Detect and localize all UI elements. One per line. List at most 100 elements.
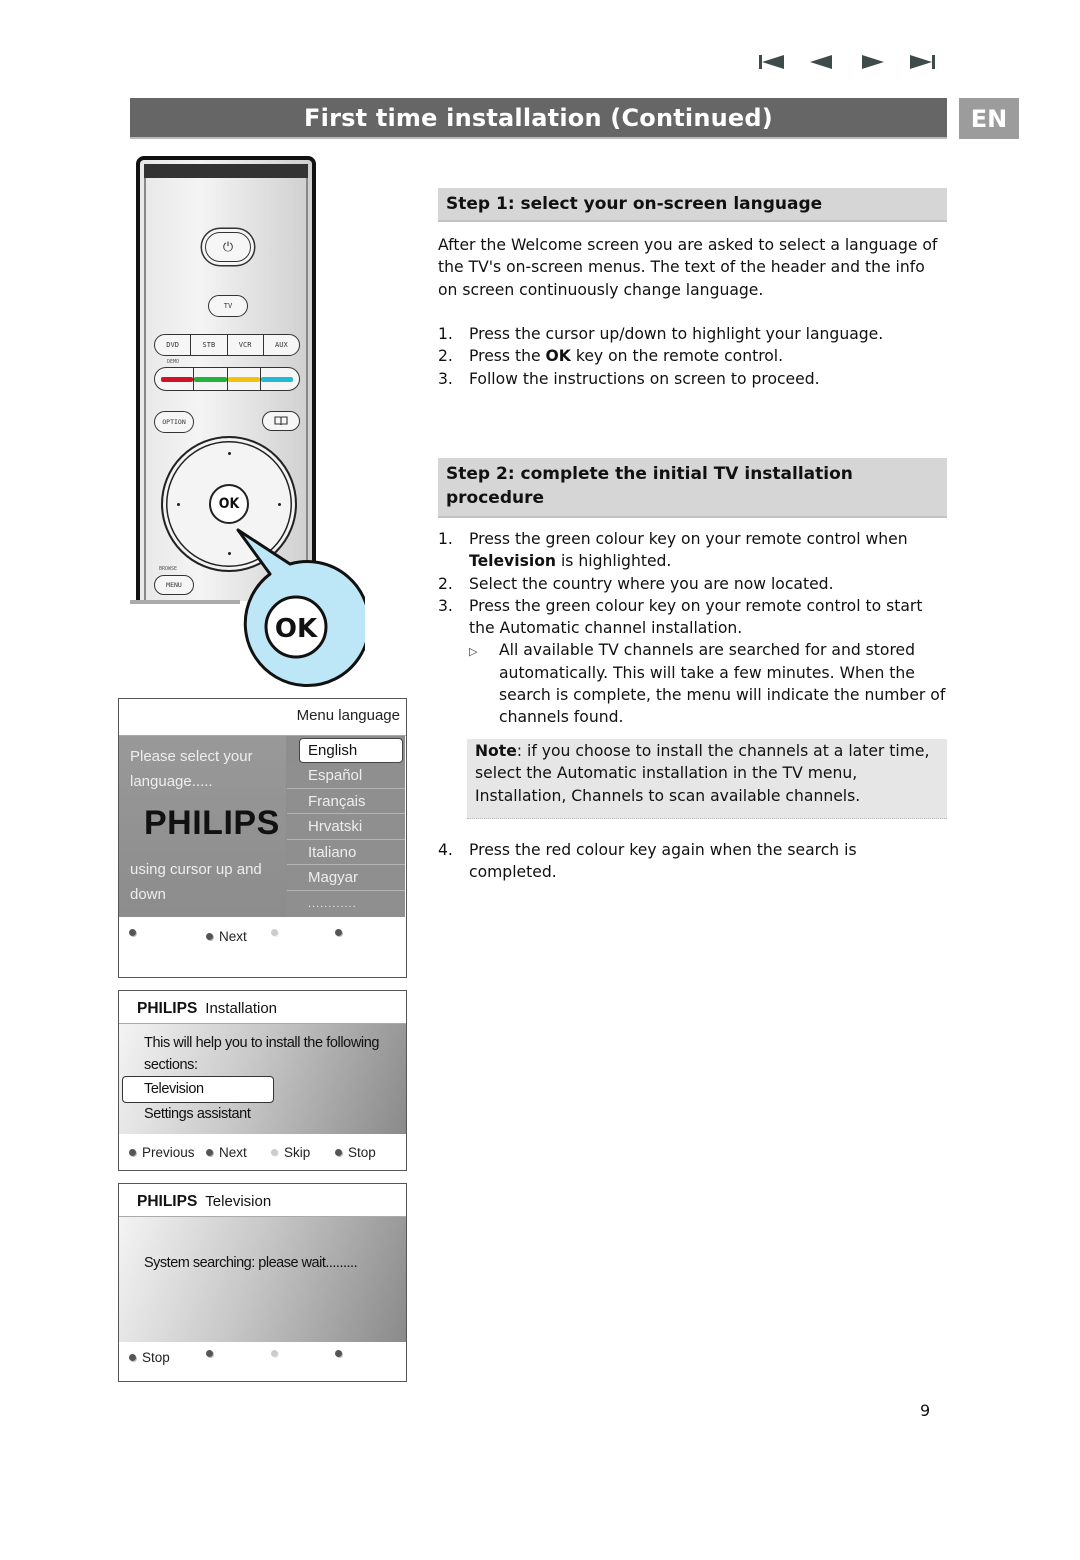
list-item: 2. Select the country where you are now l… — [438, 574, 834, 593]
hint-line-1: using cursor up and — [130, 861, 262, 878]
red-key-bullet-icon — [129, 929, 136, 936]
yellow-key-bullet-icon — [271, 1149, 278, 1156]
list-item: 2. Press the OK key on the remote control… — [438, 347, 784, 366]
footer-blue — [335, 1350, 348, 1357]
list-item: 4. Press the red colour key again when th… — [438, 841, 857, 882]
language-option-more[interactable]: ............ — [287, 890, 405, 917]
blue-key-bullet-icon — [335, 1350, 342, 1357]
red-key — [161, 368, 195, 390]
language-option-hrvatski[interactable]: Hrvatski — [287, 814, 405, 840]
footer-green — [206, 1350, 219, 1357]
menu-label: MENU — [166, 581, 182, 589]
screen-title: Television — [205, 1193, 272, 1210]
yellow-key — [227, 368, 261, 390]
ok-callout-label: OK — [275, 614, 318, 644]
language-option-italiano[interactable]: Italiano — [287, 839, 405, 866]
language-badge: EN — [959, 98, 1019, 139]
ok-button: OK — [209, 484, 249, 524]
menu-item-settings-assistant[interactable]: Settings assistant — [144, 1106, 251, 1122]
power-button: ⏻ — [205, 232, 251, 262]
source-keys: DVD STB VCR AUX — [154, 334, 300, 356]
screen-title: Installation — [205, 1000, 278, 1017]
next-page-icon[interactable] — [858, 52, 886, 72]
prompt-panel: Please select your language..... PHILIPS… — [119, 736, 286, 917]
philips-logo: PHILIPS — [144, 804, 280, 842]
remote-base-line — [130, 600, 240, 604]
guide-button — [262, 411, 300, 431]
cyan-key — [260, 368, 293, 390]
screen-body: Please select your language..... PHILIPS… — [119, 736, 405, 917]
page-navigation — [758, 52, 936, 72]
note-box: Note: if you choose to install the chann… — [467, 739, 947, 819]
sub-note: ▷ All available TV channels are searched … — [469, 639, 948, 728]
option-label: OPTION — [162, 418, 186, 426]
list-item: 3. Press the green colour key on your rem… — [438, 596, 923, 638]
green-key — [194, 368, 228, 390]
step1-heading: Step 1: select your on-screen language — [438, 188, 947, 222]
television-search-screen: PHILIPS Television System searching: plea… — [118, 1183, 407, 1382]
step2-list: 1. Press the green colour key on your rem… — [438, 528, 948, 729]
ok-callout: OK — [236, 528, 365, 687]
cursor-right-dot — [278, 503, 281, 506]
language-option-espanol[interactable]: Español — [287, 763, 405, 789]
book-icon — [274, 416, 288, 426]
vcr-key: VCR — [228, 335, 264, 355]
screen-header: PHILIPS Television — [119, 1184, 406, 1217]
step2-list-continued: 4. Press the red colour key again when th… — [438, 839, 948, 884]
option-button: OPTION — [154, 411, 194, 433]
language-list: English Español Français Hrvatski Italia… — [287, 736, 405, 917]
screen-header: Menu language — [119, 699, 406, 736]
colour-keys — [154, 367, 300, 391]
power-icon: ⏻ — [222, 239, 234, 255]
footer-skip: Skip — [271, 1145, 310, 1160]
screen-header: PHILIPS Installation — [119, 991, 406, 1024]
green-key-bullet-icon — [206, 933, 213, 940]
red-key-bullet-icon — [129, 1149, 136, 1156]
blue-key-bullet-icon — [335, 1149, 342, 1156]
installation-screen: PHILIPS Installation This will help you t… — [118, 990, 407, 1171]
footer-yellow — [271, 929, 284, 936]
step1-list: 1. Press the cursor up/down to highlight … — [438, 323, 948, 390]
remote-top-bar — [144, 164, 308, 178]
ok-key-emphasis: OK — [545, 347, 571, 366]
page-title: First time installation (Continued) — [130, 98, 947, 139]
footer-stop: Stop — [129, 1350, 170, 1365]
language-option-francais[interactable]: Français — [287, 788, 405, 815]
browse-label: BROWSE — [159, 566, 178, 572]
step1-intro: After the Welcome screen you are asked t… — [438, 236, 938, 299]
yellow-key-bullet-icon — [271, 1350, 278, 1357]
step2-heading: Step 2: complete the initial TV installa… — [438, 458, 947, 518]
last-page-icon[interactable] — [908, 52, 936, 72]
philips-brand: PHILIPS — [137, 1193, 198, 1210]
previous-page-icon[interactable] — [808, 52, 836, 72]
language-option-magyar[interactable]: Magyar — [287, 865, 405, 891]
cursor-left-dot — [177, 503, 180, 506]
footer-next: Next — [206, 1145, 247, 1160]
page-number: 9 — [920, 1401, 931, 1420]
green-key-bullet-icon — [206, 1149, 213, 1156]
list-item: 1. Press the cursor up/down to highlight … — [438, 325, 884, 343]
language-option-english[interactable]: English — [299, 738, 403, 763]
triangle-bullet-icon: ▷ — [469, 645, 478, 659]
list-item: 1. Press the green colour key on your rem… — [438, 530, 908, 571]
stb-key: STB — [191, 335, 228, 355]
dvd-key: DVD — [155, 335, 192, 355]
tv-button: TV — [208, 295, 248, 317]
first-page-icon[interactable] — [758, 52, 786, 72]
note-label: Note — [475, 742, 517, 760]
tv-button-label: TV — [223, 302, 233, 310]
footer-yellow — [271, 1350, 284, 1357]
note-text: : if you choose to install the channels … — [475, 742, 930, 805]
search-status-message: System searching: please wait......... — [144, 1255, 358, 1271]
aux-key: AUX — [275, 341, 288, 349]
menu-button: MENU — [154, 575, 194, 595]
menu-item-television[interactable]: Television — [122, 1076, 274, 1103]
prompt-line-2: language..... — [130, 773, 213, 790]
blue-key-bullet-icon — [335, 929, 342, 936]
intro-text: This will help you to install the follow… — [144, 1035, 380, 1073]
red-key-bullet-icon — [129, 1354, 136, 1361]
footer-red — [129, 929, 142, 936]
list-item: 3. Follow the instructions on screen to p… — [438, 369, 820, 388]
menu-language-screen: Menu language Please select your languag… — [118, 698, 407, 978]
next-label: Next — [219, 929, 247, 944]
